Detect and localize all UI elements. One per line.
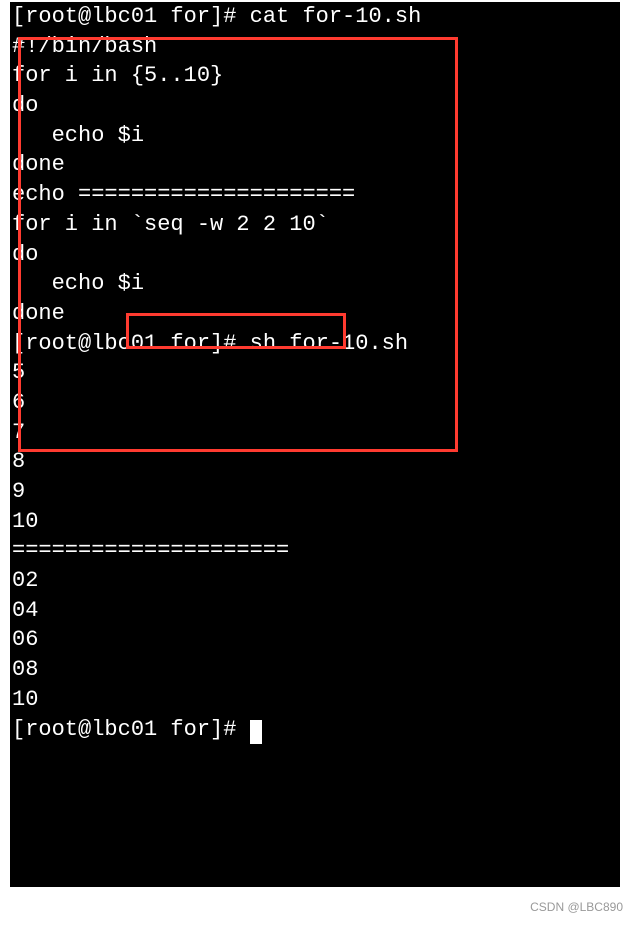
cursor-icon (250, 720, 262, 744)
command-line: [root@lbc01 for]# cat for-10.sh (10, 2, 620, 32)
output-line: 5 (10, 358, 620, 388)
output-line: 9 (10, 477, 620, 507)
prompt-text: [root@lbc01 for]# (12, 717, 250, 742)
watermark-text: CSDN @LBC890 (530, 900, 623, 914)
script-line: echo $i (10, 121, 620, 151)
script-line: done (10, 150, 620, 180)
prompt-line[interactable]: [root@lbc01 for]# (10, 715, 620, 745)
output-line: 7 (10, 418, 620, 448)
output-line: ===================== (10, 536, 620, 566)
output-line: 06 (10, 625, 620, 655)
command-line: [root@lbc01 for]# sh for-10.sh (10, 329, 620, 359)
script-line: do (10, 91, 620, 121)
script-line: echo $i (10, 269, 620, 299)
output-line: 10 (10, 685, 620, 715)
script-line: echo ===================== (10, 180, 620, 210)
output-line: 6 (10, 388, 620, 418)
script-line: for i in `seq -w 2 2 10` (10, 210, 620, 240)
script-line: for i in {5..10} (10, 61, 620, 91)
output-line: 02 (10, 566, 620, 596)
output-line: 04 (10, 596, 620, 626)
terminal-window[interactable]: [root@lbc01 for]# cat for-10.sh #!/bin/b… (10, 2, 620, 887)
script-line: #!/bin/bash (10, 32, 620, 62)
output-line: 08 (10, 655, 620, 685)
script-line: done (10, 299, 620, 329)
output-line: 10 (10, 507, 620, 537)
output-line: 8 (10, 447, 620, 477)
script-line: do (10, 240, 620, 270)
